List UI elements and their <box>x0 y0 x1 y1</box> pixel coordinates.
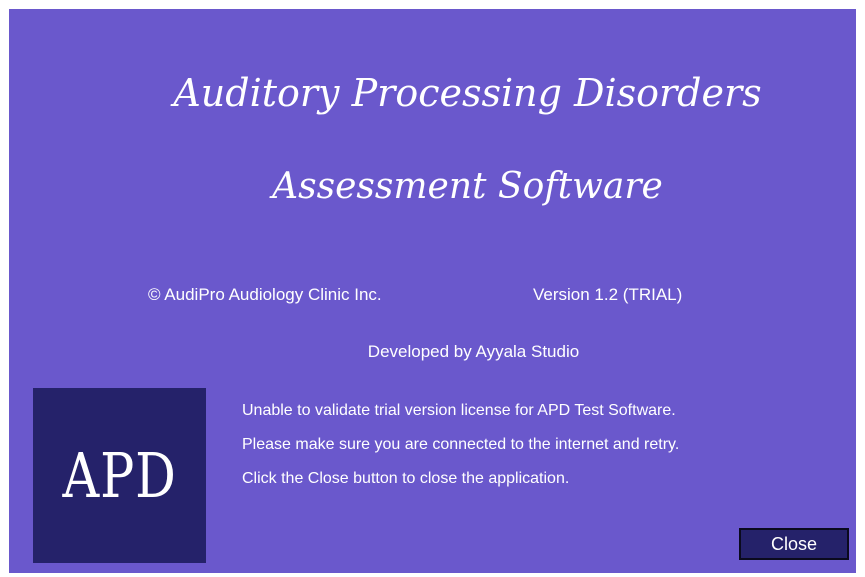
message-line: Unable to validate trial version license… <box>242 402 676 419</box>
message-line: Click the Close button to close the appl… <box>242 470 570 487</box>
app-subtitle: Assessment Software <box>272 166 663 207</box>
apd-logo: APD <box>33 388 206 563</box>
error-message: Unable to validate trial version license… <box>242 401 679 503</box>
license-error-dialog: Auditory Processing Disorders Assessment… <box>9 9 856 573</box>
message-line: Please make sure you are connected to th… <box>242 436 680 453</box>
close-button[interactable]: Close <box>739 528 849 560</box>
app-title: Auditory Processing Disorders <box>173 71 762 115</box>
developer-credit: Developed by Ayyala Studio <box>367 342 580 361</box>
copyright-text: © AudiPro Audiology Clinic Inc. <box>148 285 382 304</box>
logo-text: APD <box>62 439 177 512</box>
version-text: Version 1.2 (TRIAL) <box>533 285 683 304</box>
